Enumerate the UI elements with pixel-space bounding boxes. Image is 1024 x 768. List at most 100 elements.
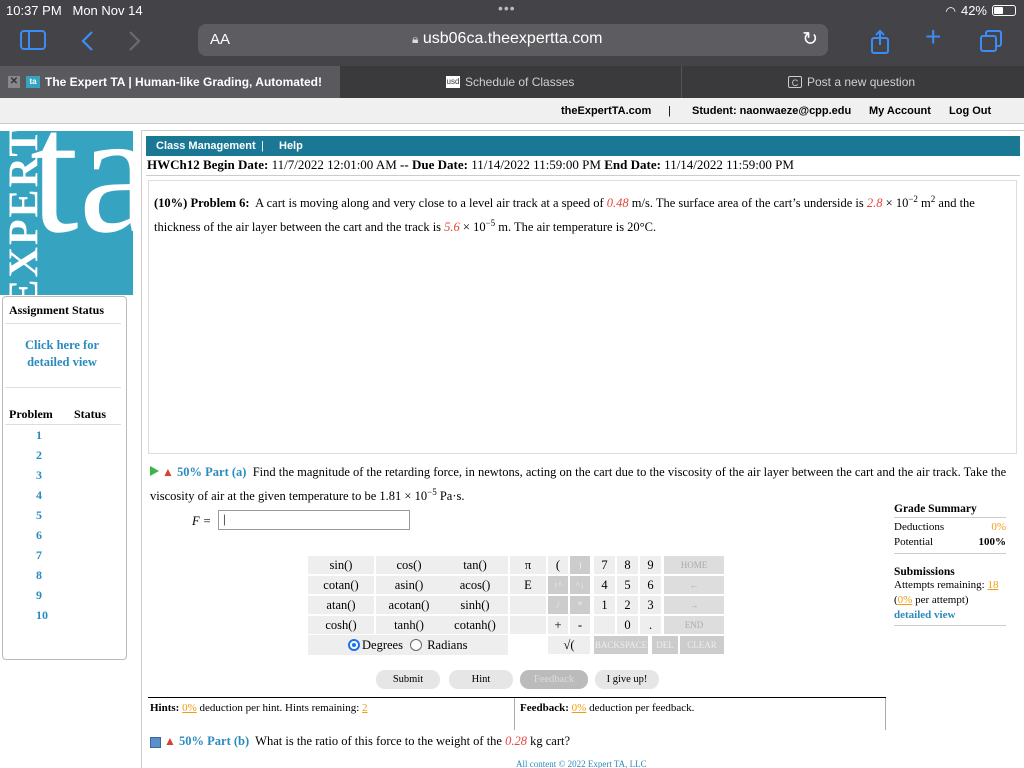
problem-link-6[interactable]: 6 <box>36 528 42 543</box>
digit-8-button[interactable]: 8 <box>617 556 638 574</box>
digit-7-button[interactable]: 7 <box>594 556 615 574</box>
tab-schedule-of-classes[interactable]: usd Schedule of Classes <box>342 66 682 98</box>
minus-button[interactable]: - <box>570 616 590 634</box>
share-icon[interactable] <box>870 29 890 58</box>
cotanh-button[interactable]: cotanh() <box>442 616 508 634</box>
sin-button[interactable]: sin() <box>308 556 374 574</box>
ios-status-bar: 10:37 PM Mon Nov 14 ••• ◠ 42% <box>0 0 1024 22</box>
problem-link-7[interactable]: 7 <box>36 548 42 563</box>
radians-radio[interactable]: Radians <box>410 638 467 652</box>
plus-button[interactable]: + <box>548 616 568 634</box>
end-button[interactable]: END <box>664 616 724 634</box>
degrees-radio[interactable]: Degrees <box>348 638 403 652</box>
digit-2-button[interactable]: 2 <box>617 596 638 614</box>
given-speed: 0.48 <box>606 196 629 211</box>
problem-link-9[interactable]: 9 <box>36 588 42 603</box>
digit-9-button[interactable]: 9 <box>640 556 661 574</box>
answer-input[interactable]: | <box>218 510 410 530</box>
forward-icon[interactable] <box>128 30 142 56</box>
problem-link-8[interactable]: 8 <box>36 568 42 583</box>
url-text[interactable]: 🔒︎ usb06ca.theexpertta.com <box>412 30 603 48</box>
part-b-question[interactable]: ▲ 50% Part (b) What is the ratio of this… <box>150 734 570 749</box>
cosh-button[interactable]: cosh() <box>308 616 374 634</box>
detailed-view-link[interactable]: Click here for detailed view <box>3 337 121 371</box>
home-link[interactable]: theExpertTA.com <box>561 105 651 117</box>
multitask-dots[interactable]: ••• <box>498 0 516 16</box>
tab-expert-ta[interactable]: ✕ ta The Expert TA | Human-like Grading,… <box>0 66 340 98</box>
digit-1-button[interactable]: 1 <box>594 596 615 614</box>
blank-1-button[interactable] <box>510 596 546 614</box>
close-paren-button[interactable]: ) <box>570 556 590 574</box>
blank-2-button[interactable] <box>510 616 546 634</box>
multiply-button[interactable]: * <box>570 596 590 614</box>
e-button[interactable]: E <box>510 576 546 594</box>
close-tab-icon[interactable]: ✕ <box>8 76 20 88</box>
left-arrow-button[interactable]: ← <box>664 576 724 594</box>
logout-link[interactable]: Log Out <box>949 105 991 117</box>
sinh-button[interactable]: sinh() <box>442 596 508 614</box>
assignment-status-title: Assignment Status <box>9 303 105 317</box>
class-management-link[interactable]: Class Management <box>156 140 256 152</box>
expert-ta-favicon: ta <box>26 76 40 88</box>
problem-link-2[interactable]: 2 <box>36 448 42 463</box>
feedback-button[interactable]: Feedback <box>520 670 588 689</box>
digit-6-button[interactable]: 6 <box>640 576 661 594</box>
expand-arrow-icon[interactable] <box>150 466 159 476</box>
reload-icon[interactable]: ↻ <box>802 28 818 51</box>
home-button[interactable]: HOME <box>664 556 724 574</box>
collapsed-part-icon[interactable] <box>150 736 161 748</box>
blank-digit-button[interactable] <box>594 616 615 634</box>
problem-link-5[interactable]: 5 <box>36 508 42 523</box>
tan-button[interactable]: tan() <box>442 556 508 574</box>
problem-link-1[interactable]: 1 <box>36 428 42 443</box>
potential-label: Potential <box>894 536 934 548</box>
problem-link-3[interactable]: 3 <box>36 468 42 483</box>
cos-button[interactable]: cos() <box>376 556 442 574</box>
address-bar[interactable]: AA 🔒︎ usb06ca.theexpertta.com ↻ <box>198 24 828 56</box>
tab-post-question[interactable]: C Post a new question <box>684 66 1024 98</box>
reader-aa-button[interactable]: AA <box>210 31 230 48</box>
decimal-button[interactable]: . <box>640 616 661 634</box>
divide-button[interactable]: / <box>548 596 568 614</box>
acotan-button[interactable]: acotan() <box>376 596 442 614</box>
pi-button[interactable]: π <box>510 556 546 574</box>
lock-icon: 🔒︎ <box>412 32 419 46</box>
backspace-button[interactable]: BACKSPACE <box>594 636 648 654</box>
expert-ta-logo[interactable]: EXPERT ta <box>0 131 133 295</box>
problem-link-4[interactable]: 4 <box>36 488 42 503</box>
wifi-icon: ◠ <box>945 3 956 18</box>
sqrt-button[interactable]: √( <box>548 636 590 654</box>
new-tab-icon[interactable]: + <box>925 23 941 51</box>
tabs-overview-icon[interactable] <box>980 30 1002 56</box>
hint-button[interactable]: Hint <box>449 670 513 689</box>
assignment-dates: HWCh12 Begin Date: 11/7/2022 12:01:00 AM… <box>146 157 1020 176</box>
open-paren-button[interactable]: ( <box>548 556 568 574</box>
give-up-button[interactable]: I give up! <box>595 670 659 689</box>
safari-toolbar: AA 🔒︎ usb06ca.theexpertta.com ↻ + <box>0 22 1024 66</box>
class-management-bar: Class Management | Help <box>146 136 1020 156</box>
problem-statement: (10%) Problem 6: A cart is moving along … <box>154 194 975 235</box>
help-link[interactable]: Help <box>279 140 303 152</box>
clear-button[interactable]: CLEAR <box>680 636 724 654</box>
acos-button[interactable]: acos() <box>442 576 508 594</box>
right-arrow-button[interactable]: → <box>664 596 724 614</box>
digit-0-button[interactable]: 0 <box>617 616 638 634</box>
tanh-button[interactable]: tanh() <box>376 616 442 634</box>
submit-button[interactable]: Submit <box>376 670 440 689</box>
my-account-link[interactable]: My Account <box>869 105 931 117</box>
atan-button[interactable]: atan() <box>308 596 374 614</box>
digit-3-button[interactable]: 3 <box>640 596 661 614</box>
problem-link-10[interactable]: 10 <box>36 608 48 623</box>
sidebar-icon[interactable] <box>20 30 46 54</box>
power-button[interactable]: ↑^ <box>548 576 568 594</box>
header-separator: | <box>668 105 671 117</box>
back-icon[interactable] <box>80 30 94 56</box>
del-button[interactable]: DEL <box>652 636 678 654</box>
digit-4-button[interactable]: 4 <box>594 576 615 594</box>
cotan-button[interactable]: cotan() <box>308 576 374 594</box>
digit-5-button[interactable]: 5 <box>617 576 638 594</box>
assignment-status-panel: Assignment Status Click here for detailed… <box>2 296 127 660</box>
submissions-detailed-view-link[interactable]: detailed view <box>894 608 1006 623</box>
asin-button[interactable]: asin() <box>376 576 442 594</box>
subscript-button[interactable]: ^↓ <box>570 576 590 594</box>
